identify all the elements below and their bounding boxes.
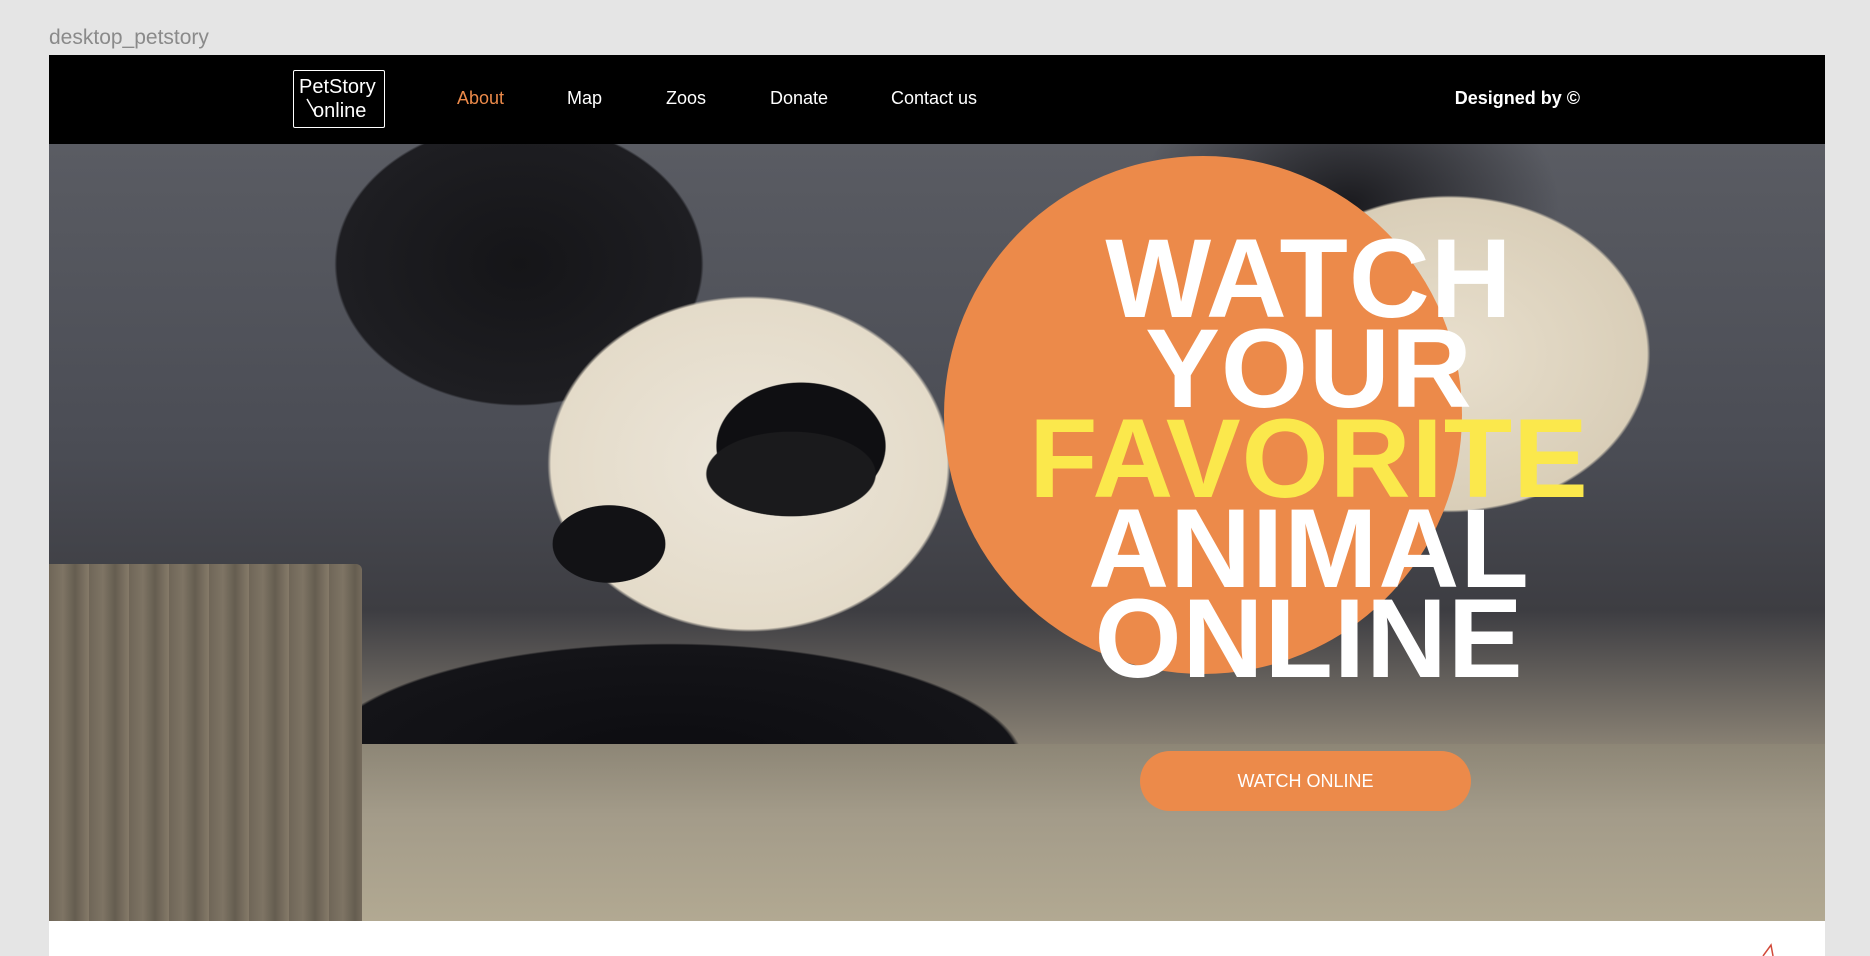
nav-item-donate[interactable]: Donate <box>770 88 828 109</box>
designed-by-credit[interactable]: Designed by © <box>1455 88 1580 109</box>
nav-item-contact[interactable]: Contact us <box>891 88 977 109</box>
cursor-icon <box>306 98 316 114</box>
logo-text-line1: PetStory <box>299 76 376 98</box>
site-logo[interactable]: PetStory online <box>293 70 385 128</box>
site-header: PetStory online About Map Zoos Donate Co… <box>49 55 1825 144</box>
hero-headline: WATCH YOUR FAVORITE ANIMAL ONLINE <box>949 223 1669 701</box>
corner-arrow-icon <box>1762 943 1774 956</box>
frame-label: desktop_petstory <box>49 26 209 49</box>
watch-online-button[interactable]: WATCH ONLINE <box>1140 751 1471 811</box>
hero-section: WATCH YOUR FAVORITE ANIMAL ONLINE WATCH … <box>49 144 1825 921</box>
headline-line-5: ONLINE <box>1094 576 1524 701</box>
page-frame: PetStory online About Map Zoos Donate Co… <box>49 55 1825 956</box>
hero-image-log <box>362 744 1825 921</box>
nav-item-zoos[interactable]: Zoos <box>666 88 706 109</box>
nav-item-about[interactable]: About <box>457 88 504 109</box>
nav-item-map[interactable]: Map <box>567 88 602 109</box>
hero-image-stump <box>49 564 362 921</box>
